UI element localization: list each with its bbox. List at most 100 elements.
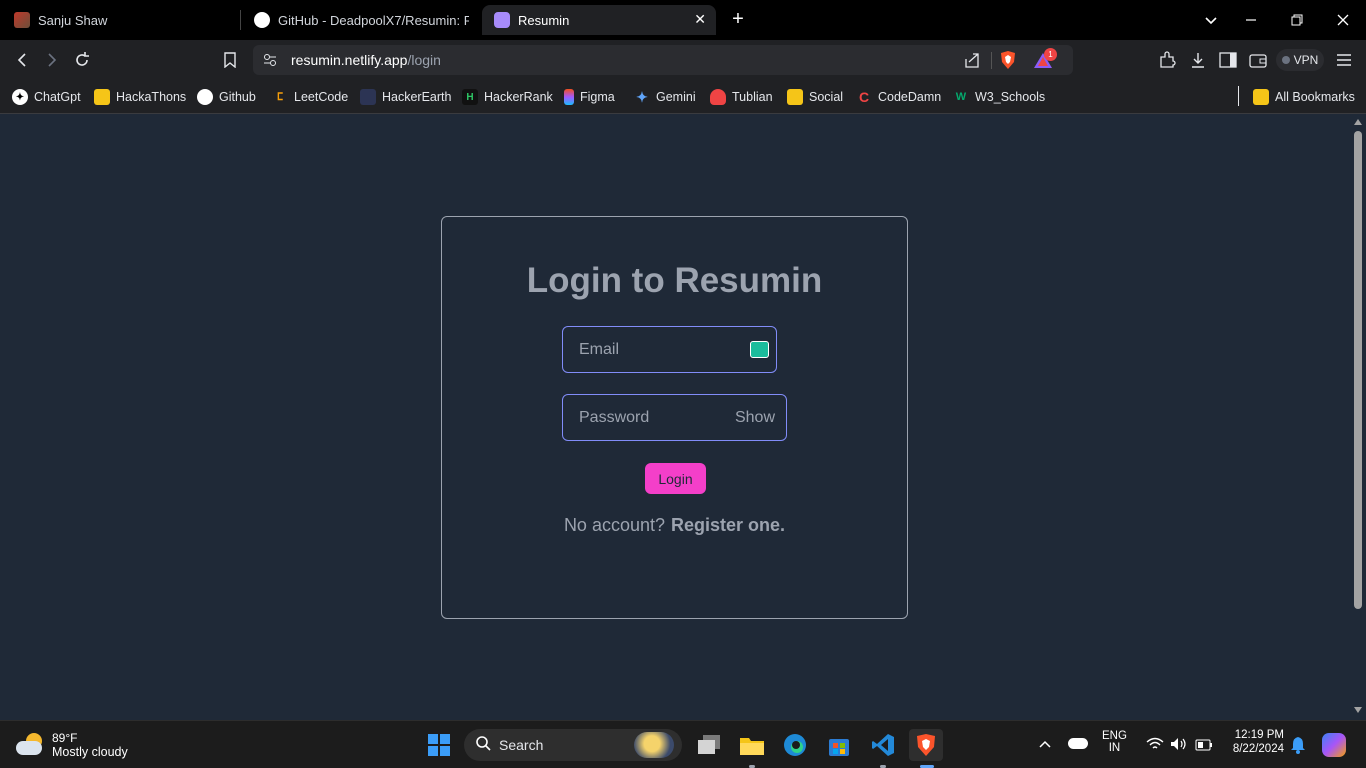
brave-browser-icon[interactable] [909, 729, 943, 761]
bookmarks-divider [1238, 86, 1239, 106]
bookmark-hackerearth[interactable]: HackerEarth [360, 87, 451, 107]
downloads-icon[interactable] [1186, 48, 1210, 72]
search-highlight-icon [634, 732, 674, 758]
search-label: Search [499, 737, 544, 753]
tab-sanju-shaw[interactable]: Sanju Shaw [14, 0, 239, 40]
email-field[interactable] [562, 326, 777, 373]
tab-resumin[interactable]: Resumin ✕ [482, 5, 716, 35]
vscode-icon[interactable] [866, 729, 900, 761]
site-settings-icon[interactable] [262, 52, 278, 73]
url-text: resumin.netlify.app/login [291, 52, 441, 68]
login-button[interactable]: Login [645, 463, 706, 494]
gemini-icon: ✦ [636, 88, 648, 105]
extensions-icon[interactable] [1155, 48, 1179, 72]
brave-shields-icon[interactable] [999, 50, 1017, 75]
bookmark-page-icon[interactable] [218, 48, 242, 72]
bookmark-github[interactable]: Github [197, 87, 256, 107]
bookmark-label: Figma [580, 90, 615, 104]
task-view-icon[interactable] [692, 729, 726, 761]
volume-icon[interactable] [1170, 737, 1188, 756]
edge-browser-icon[interactable] [778, 729, 812, 761]
vpn-label: VPN [1293, 53, 1319, 67]
restore-button[interactable] [1274, 0, 1320, 40]
resumin-favicon-icon [494, 12, 510, 28]
all-bookmarks-button[interactable]: All Bookmarks [1253, 87, 1355, 107]
w3schools-icon: W [955, 91, 967, 103]
bookmark-label: Gemini [656, 90, 696, 104]
codedamn-icon: C [858, 89, 870, 105]
battery-icon[interactable] [1195, 738, 1213, 756]
email-input[interactable] [579, 327, 729, 372]
show-password-toggle[interactable]: Show [735, 409, 775, 427]
bookmark-chatgpt[interactable]: ✦ ChatGpt [12, 87, 81, 107]
new-tab-button[interactable]: + [727, 8, 749, 30]
email-autofill-icon[interactable] [750, 341, 769, 358]
minimize-button[interactable] [1228, 0, 1274, 40]
wifi-icon[interactable] [1146, 737, 1164, 756]
address-bar[interactable]: resumin.netlify.app/login 1 [253, 45, 1073, 75]
register-link[interactable]: Register one. [671, 515, 785, 535]
bookmark-leetcode[interactable]: ⵎ LeetCode [272, 87, 348, 107]
figma-icon [564, 89, 574, 105]
clock-date: 8/22/2024 [1232, 743, 1284, 755]
cloudy-weather-icon [16, 733, 46, 757]
language-indicator[interactable]: ENG IN [1102, 730, 1127, 754]
tab-label: GitHub - DeadpoolX7/Resumin: Res [278, 12, 469, 28]
scroll-up-arrow-icon[interactable] [1354, 119, 1362, 125]
folder-icon [1253, 89, 1269, 105]
bookmark-label: CodeDamn [878, 90, 942, 104]
wallet-icon[interactable] [1246, 48, 1270, 72]
bookmark-figma[interactable]: Figma [564, 87, 615, 107]
password-input[interactable] [579, 395, 736, 440]
folder-icon [94, 89, 110, 105]
notification-bell-icon[interactable] [1290, 736, 1306, 759]
hackerearth-icon [360, 89, 376, 105]
taskbar-search[interactable]: Search [464, 729, 682, 761]
bookmark-label: Github [219, 90, 256, 104]
bookmark-label: LeetCode [294, 90, 349, 104]
bookmark-label: Tublian [732, 90, 773, 104]
microsoft-store-icon[interactable] [822, 729, 856, 761]
file-explorer-icon[interactable] [735, 729, 769, 761]
tab-github-resumin[interactable]: GitHub - DeadpoolX7/Resumin: Res [254, 0, 469, 40]
bookmark-label: HackaThons [116, 90, 187, 104]
bookmark-w3schools[interactable]: W W3_Schools [953, 87, 1045, 107]
bookmark-social[interactable]: Social [787, 87, 843, 107]
clock[interactable]: 12:19 PM 8/22/2024 [1226, 729, 1284, 755]
bookmark-codedamn[interactable]: C CodeDamn [856, 87, 941, 107]
close-window-button[interactable] [1320, 0, 1366, 40]
tab-divider [240, 10, 241, 30]
bookmarks-bar: ✦ ChatGpt HackaThons Github ⵎ LeetCode Hac… [0, 80, 1366, 114]
menu-icon[interactable] [1332, 48, 1356, 72]
weather-temp: 89°F [52, 731, 78, 745]
browser-tab-bar: Sanju Shaw GitHub - DeadpoolX7/Resumin: … [0, 0, 1366, 40]
start-button[interactable] [422, 729, 456, 761]
show-hidden-icons-chevron-icon[interactable] [1038, 737, 1052, 755]
bookmark-label: Social [809, 90, 844, 104]
close-tab-icon[interactable]: ✕ [694, 11, 706, 28]
bookmark-hackerrank[interactable]: H HackerRank [462, 87, 553, 107]
bookmark-tublian[interactable]: Tublian [710, 87, 773, 107]
bookmark-hackathons[interactable]: HackaThons [94, 87, 186, 107]
clock-time: 12:19 PM [1234, 729, 1284, 741]
bookmark-label: ChatGpt [34, 90, 81, 104]
share-icon[interactable] [963, 51, 981, 74]
rewards-badge: 1 [1044, 48, 1057, 61]
back-button[interactable] [10, 48, 34, 72]
sidebar-toggle-icon[interactable] [1216, 48, 1240, 72]
forward-button[interactable] [40, 48, 64, 72]
bookmark-label: W3_Schools [975, 90, 1046, 104]
copilot-icon[interactable] [1322, 733, 1346, 757]
weather-widget[interactable]: 89°F Mostly cloudy [16, 728, 128, 762]
lang-bottom: IN [1108, 742, 1121, 754]
page-scrollbar[interactable] [1350, 115, 1366, 720]
lang-top: ENG [1102, 730, 1127, 742]
reload-button[interactable] [70, 48, 94, 72]
scroll-thumb[interactable] [1354, 131, 1362, 609]
bookmark-gemini[interactable]: ✦ Gemini [634, 87, 696, 107]
scroll-down-arrow-icon[interactable] [1354, 707, 1362, 713]
bookmark-label: HackerEarth [382, 90, 452, 104]
onedrive-cloud-icon[interactable] [1068, 738, 1088, 749]
password-field[interactable]: Show [562, 394, 787, 441]
vpn-button[interactable]: VPN [1276, 49, 1324, 71]
